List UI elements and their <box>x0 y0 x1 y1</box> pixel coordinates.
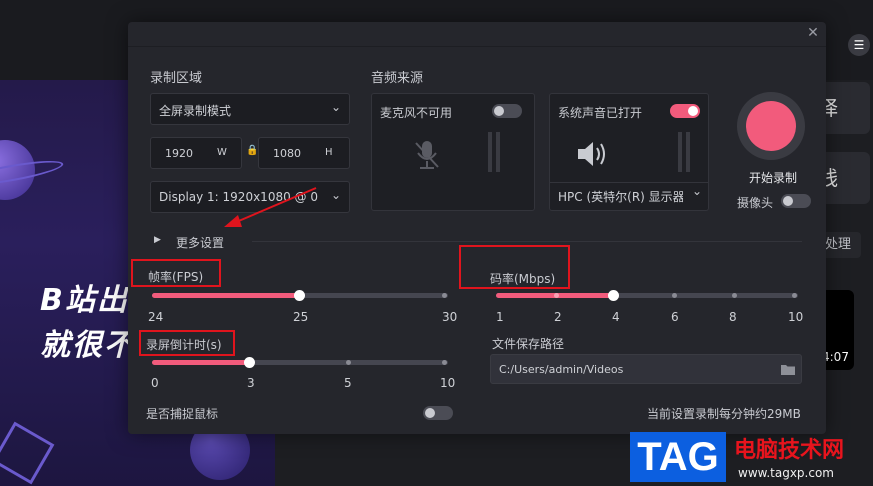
audio-device-select[interactable]: HPC (英特尔(R) 显示器音 <box>558 188 683 205</box>
width-input[interactable]: 1920 W <box>150 137 242 169</box>
feedback-icon[interactable]: ☰ <box>848 34 870 56</box>
chevron-down-icon[interactable]: ⌄ <box>692 184 702 198</box>
capture-mouse-toggle[interactable] <box>423 406 453 420</box>
tag-logo: TAG <box>630 432 726 482</box>
slider-handle[interactable] <box>244 357 255 368</box>
dialog-header <box>128 22 826 47</box>
countdown-tick: 3 <box>247 376 255 390</box>
height-input[interactable]: 1080 H <box>258 137 350 169</box>
height-value: 1080 <box>273 147 301 160</box>
annotation-box <box>459 245 570 289</box>
mic-label: 麦克风不可用 <box>380 106 453 120</box>
level-meter <box>488 132 492 172</box>
size-estimate-text: 当前设置录制每分钟约29MB <box>647 407 801 421</box>
chevron-down-icon: ⌄ <box>331 188 342 202</box>
slider-dot <box>672 293 677 298</box>
speaker-icon <box>578 142 605 166</box>
mic-toggle[interactable] <box>492 104 522 118</box>
record-dot <box>746 101 796 151</box>
watermark-site-name: 电脑技术网 <box>734 438 845 463</box>
fps-tick: 30 <box>442 310 458 324</box>
fps-tick: 24 <box>148 310 164 324</box>
mic-panel: 麦克风不可用 <box>371 93 535 211</box>
height-unit: H <box>325 147 333 158</box>
level-meter <box>686 132 690 172</box>
close-icon[interactable]: ✕ <box>806 26 820 40</box>
record-button-label: 开始录制 <box>749 171 798 185</box>
countdown-slider[interactable] <box>152 357 448 368</box>
save-path-label: 文件保存路径 <box>492 337 565 351</box>
bitrate-tick: 1 <box>496 310 504 324</box>
bitrate-tick: 8 <box>729 310 737 324</box>
bitrate-tick: 2 <box>554 310 562 324</box>
chevron-down-icon: ⌄ <box>331 100 342 114</box>
mic-muted-icon <box>415 141 439 169</box>
annotation-arrow <box>224 187 317 227</box>
countdown-tick: 5 <box>344 376 352 390</box>
annotation-box <box>139 330 235 356</box>
level-meter <box>496 132 500 172</box>
width-value: 1920 <box>165 147 193 160</box>
system-audio-label: 系统声音已打开 <box>558 106 643 120</box>
audio-source-label: 音频来源 <box>371 71 424 86</box>
width-unit: W <box>217 147 227 158</box>
slider-dot <box>346 360 351 365</box>
system-audio-panel: 系统声音已打开 HPC (英特尔(R) 显示器音 ⌄ <box>549 93 709 211</box>
fps-slider[interactable] <box>152 290 448 301</box>
promo-line: B站出 <box>40 283 129 318</box>
more-settings-toggle[interactable]: 更多设置 <box>176 234 224 251</box>
bitrate-tick: 10 <box>788 310 804 324</box>
slider-dot <box>732 293 737 298</box>
camera-label: 摄像头 <box>737 196 774 210</box>
record-mode-select[interactable]: 全屏录制模式 ⌄ <box>150 93 350 125</box>
bitrate-tick: 6 <box>671 310 679 324</box>
bitrate-tick: 4 <box>612 310 620 324</box>
folder-icon[interactable] <box>781 364 795 375</box>
countdown-tick: 10 <box>440 376 456 390</box>
camera-toggle[interactable] <box>781 194 811 208</box>
thumb-duration: 4:07 <box>822 350 849 364</box>
decor-shape <box>0 421 55 485</box>
lock-icon[interactable]: 🔒 <box>246 145 258 156</box>
slider-handle[interactable] <box>294 290 305 301</box>
promo-line: 就很不 <box>40 328 136 363</box>
bitrate-slider[interactable] <box>496 290 798 301</box>
slider-dot <box>442 360 447 365</box>
caret-right-icon[interactable]: ▶ <box>154 235 161 245</box>
countdown-tick: 0 <box>151 376 159 390</box>
slider-handle[interactable] <box>608 290 619 301</box>
watermark-url: www.tagxp.com <box>738 466 834 480</box>
slider-dot <box>792 293 797 298</box>
save-path-input[interactable]: C:/Users/admin/Videos <box>490 354 802 384</box>
divider <box>550 182 708 183</box>
slider-fill <box>152 293 300 298</box>
slider-fill <box>152 360 250 365</box>
system-audio-toggle[interactable] <box>670 104 700 118</box>
record-mode-value: 全屏录制模式 <box>159 104 232 118</box>
save-path-value: C:/Users/admin/Videos <box>499 363 624 376</box>
slider-dot <box>442 293 447 298</box>
fps-tick: 25 <box>293 310 309 324</box>
divider <box>252 241 802 242</box>
record-area-label: 录制区域 <box>150 71 203 86</box>
annotation-box <box>131 259 221 287</box>
level-meter <box>678 132 682 172</box>
capture-mouse-label: 是否捕捉鼠标 <box>146 407 219 421</box>
slider-dot <box>554 293 559 298</box>
record-button[interactable] <box>737 92 805 160</box>
